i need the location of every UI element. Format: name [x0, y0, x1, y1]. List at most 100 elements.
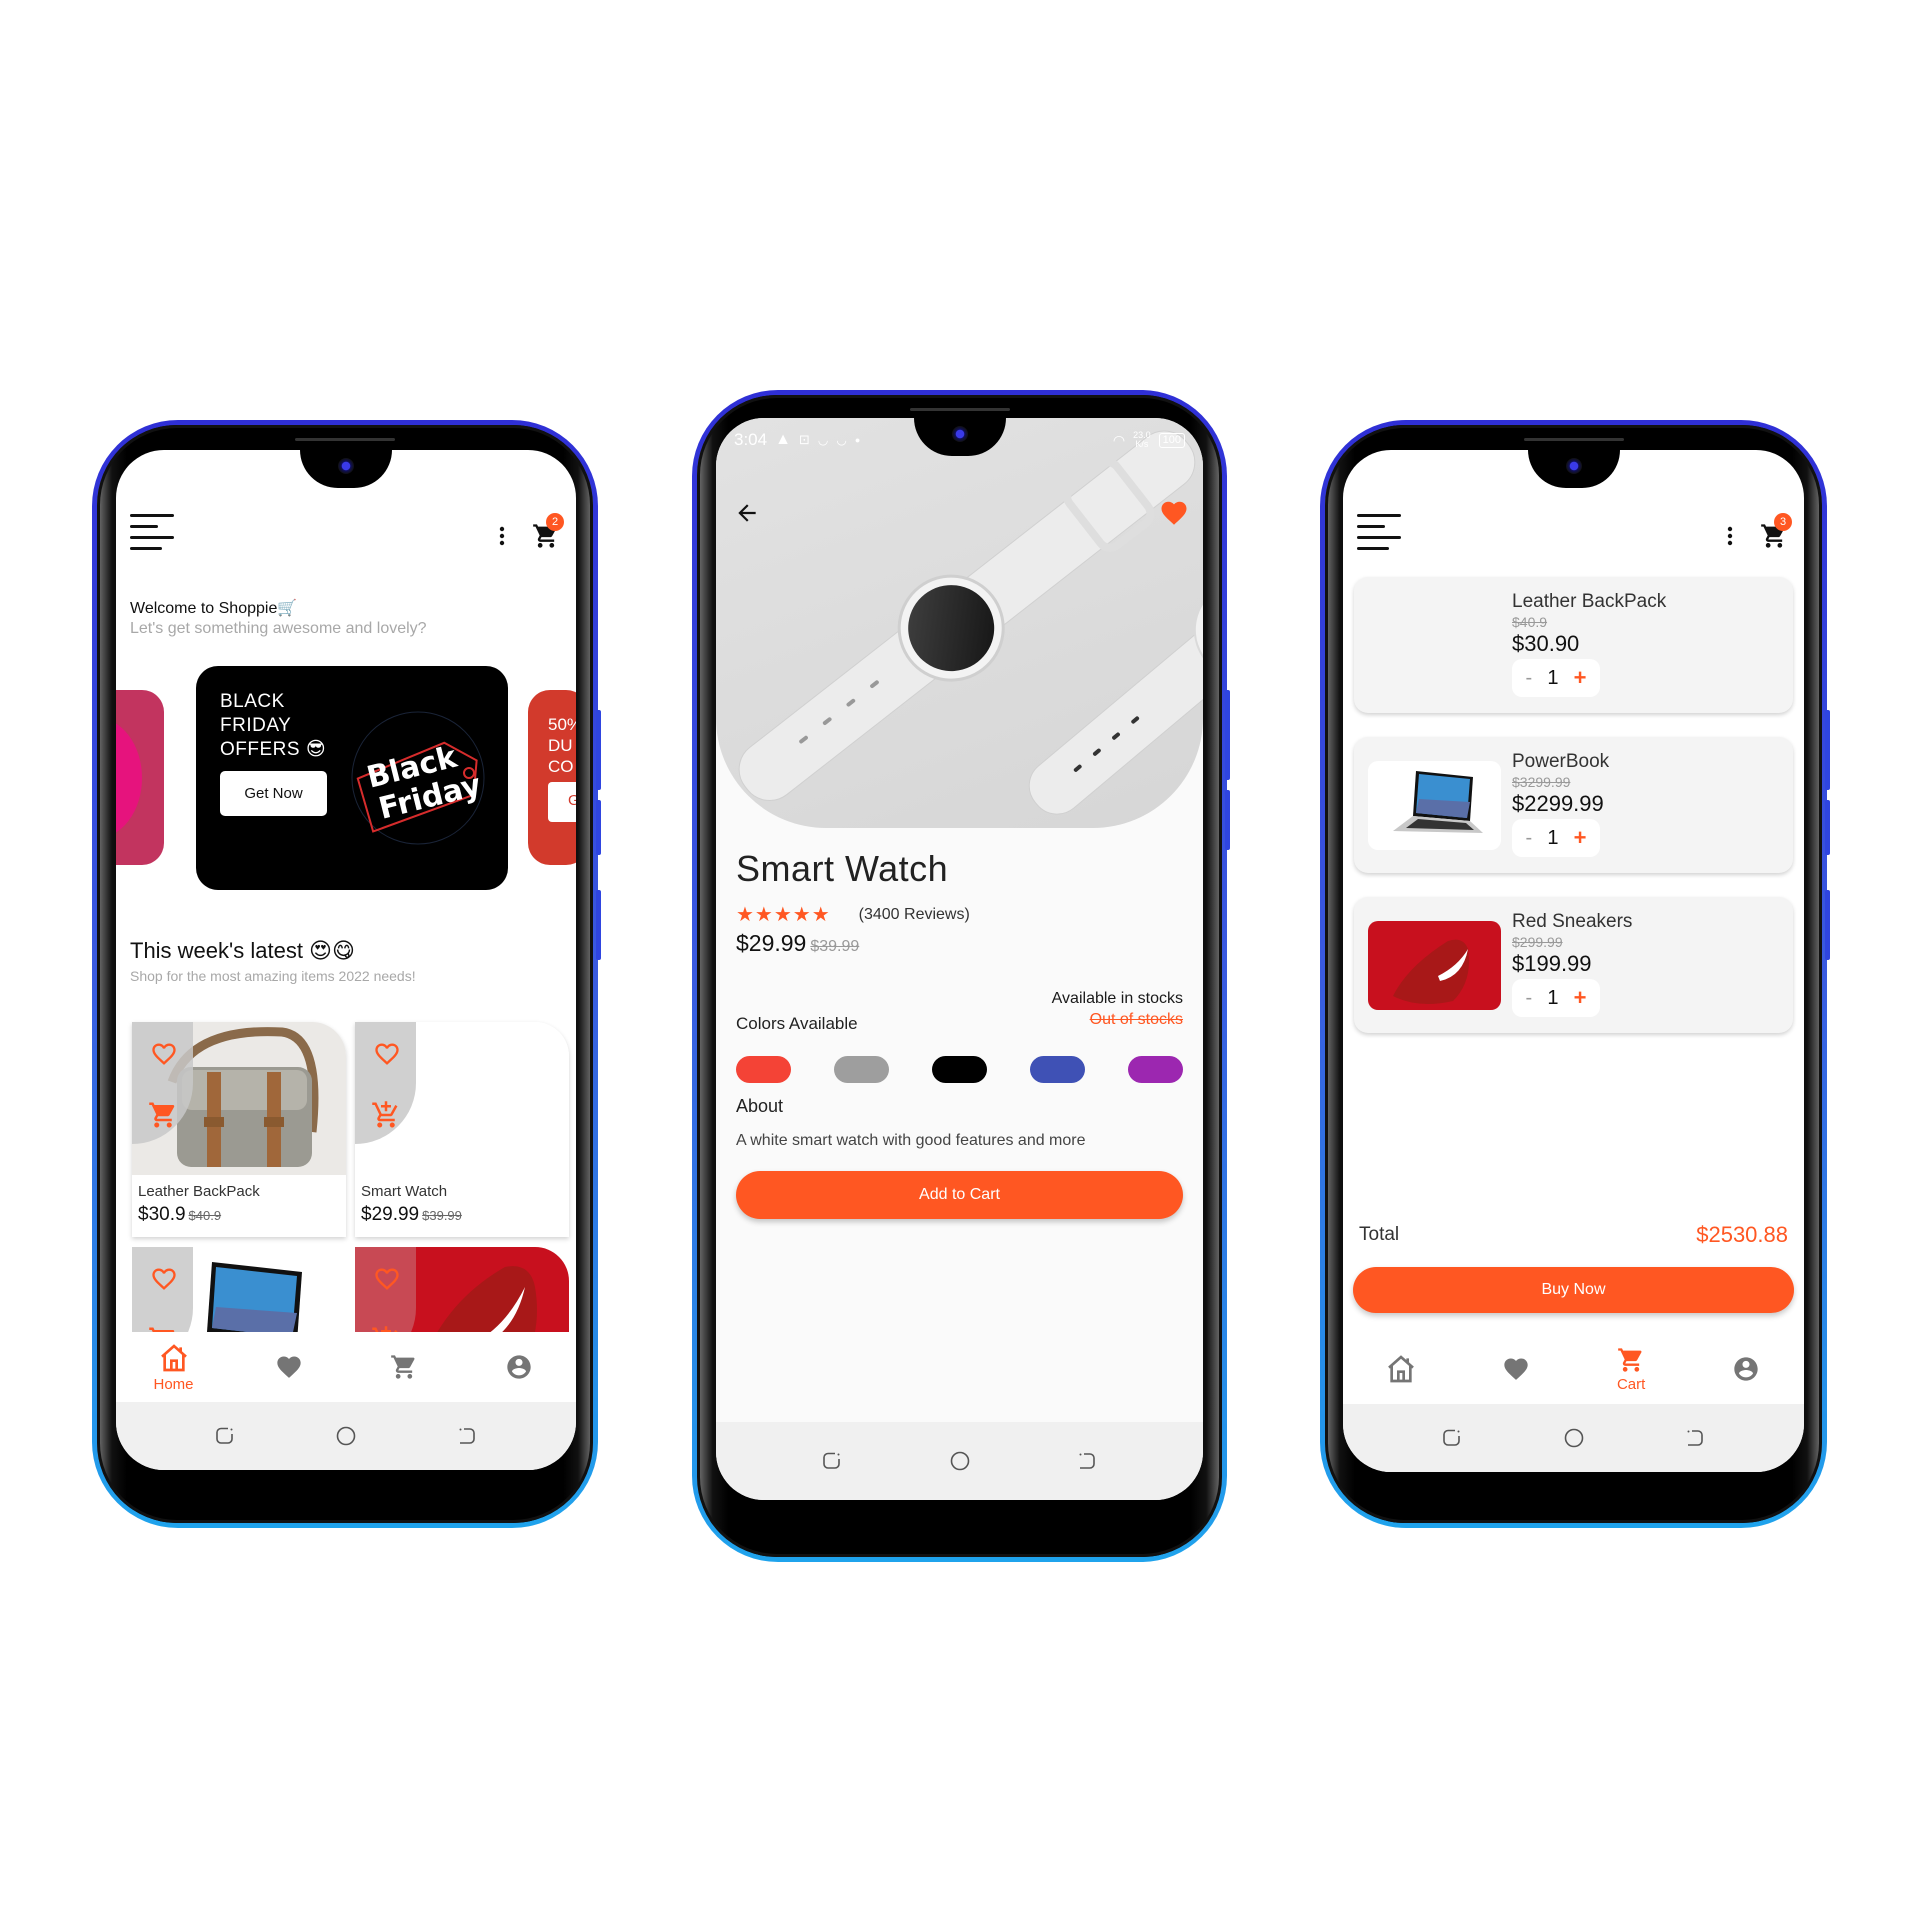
quantity-stepper: - 1 + [1512, 819, 1600, 857]
earpiece [295, 438, 395, 441]
favorite-outline-icon[interactable] [150, 1265, 178, 1293]
decrease-quantity-button[interactable]: - [1526, 827, 1533, 850]
product-title: Smart Watch [736, 848, 949, 889]
system-navigation-bar [116, 1402, 576, 1470]
color-swatch[interactable] [834, 1056, 889, 1083]
tab-home[interactable] [1361, 1353, 1441, 1385]
increase-quantity-button[interactable]: + [1574, 985, 1587, 1011]
tab-home[interactable]: Home [134, 1342, 214, 1393]
favorite-outline-icon[interactable] [373, 1040, 401, 1068]
home-button[interactable] [1562, 1426, 1586, 1450]
item-price: $30.90 [1512, 631, 1580, 656]
cart-item-info: Red Sneakers $299.99 $199.99 - 1 + [1512, 911, 1632, 1017]
phone-product-detail: 3:04 ▲ ⊡ ◡ ◡ ● ◠ 23.0 K/s 100 Smart Watc… [692, 390, 1230, 1562]
cart-item[interactable]: Leather BackPack $40.9 $30.90 - 1 + [1354, 577, 1793, 713]
section-title: This week's latest 😍😋 [130, 938, 355, 963]
tab-favorites[interactable] [1476, 1355, 1556, 1383]
battery-icon: 100 [1158, 432, 1185, 448]
earpiece [909, 408, 1010, 411]
quantity-value: 1 [1547, 666, 1559, 689]
tab-cart[interactable] [364, 1353, 444, 1381]
banner-next[interactable]: 50% DU CO G [528, 690, 576, 865]
favorite-outline-icon[interactable] [373, 1265, 401, 1293]
notification-icon: ◡ [817, 433, 829, 447]
home-button[interactable] [334, 1424, 358, 1448]
color-swatch[interactable] [736, 1056, 791, 1083]
increase-quantity-button[interactable]: + [1574, 825, 1587, 851]
tab-profile[interactable] [479, 1353, 559, 1381]
item-old-price: $299.99 [1512, 934, 1563, 950]
product-card[interactable]: Smart Watch $29.99 $39.99 [355, 1022, 569, 1237]
add-to-cart-icon[interactable] [148, 1100, 178, 1130]
cart-item-info: Leather BackPack $40.9 $30.90 - 1 + [1512, 591, 1666, 697]
cart-icon [390, 1353, 418, 1381]
item-name: Red Sneakers [1512, 911, 1633, 932]
color-swatch[interactable] [1030, 1056, 1085, 1083]
product-card[interactable]: Leather BackPack $30.9 $40.9 [132, 1022, 346, 1237]
clock: 3:04 [734, 430, 768, 449]
back-button[interactable] [1683, 1426, 1707, 1450]
review-count[interactable]: (3400 Reviews) [859, 906, 970, 924]
product-price: $29.99 $39.99 [736, 930, 859, 957]
stock-out: Out of stocks [1089, 1011, 1183, 1028]
quantity-value: 1 [1547, 986, 1559, 1009]
banner-line: DU [548, 736, 573, 755]
menu-icon[interactable] [1357, 514, 1401, 550]
total-value: $2530.88 [1696, 1222, 1788, 1247]
stock-available: Available in stocks [1051, 990, 1183, 1007]
increase-quantity-button[interactable]: + [1574, 665, 1587, 691]
favorite-filled-icon[interactable] [1159, 498, 1189, 528]
more-options-icon[interactable] [1718, 524, 1742, 548]
notch [1527, 450, 1620, 488]
decrease-quantity-button[interactable]: - [1526, 987, 1533, 1010]
banner-line: BLACK [220, 691, 285, 712]
star-rating-icons: ★★★★★ [736, 904, 831, 926]
banner-next-button[interactable]: G [548, 782, 576, 822]
old-price: $39.99 [422, 1208, 462, 1223]
back-button[interactable] [455, 1424, 479, 1448]
item-price: $199.99 [1512, 951, 1592, 976]
menu-icon[interactable] [130, 514, 174, 550]
cart-button[interactable]: 2 [532, 513, 564, 550]
decrease-quantity-button[interactable]: - [1526, 667, 1533, 690]
color-swatch[interactable] [932, 1056, 987, 1083]
buy-now-button[interactable]: Buy Now [1353, 1267, 1794, 1313]
back-button[interactable] [1075, 1449, 1099, 1473]
cart-item[interactable]: PowerBook $3299.99 $2299.99 - 1 + [1354, 737, 1793, 873]
add-to-cart-plus-icon[interactable] [371, 1100, 401, 1130]
front-camera [951, 426, 968, 442]
item-name: PowerBook [1512, 751, 1610, 772]
banner-line: FRIDAY [220, 715, 292, 736]
back-arrow-icon[interactable] [734, 500, 760, 526]
tab-cart[interactable]: Cart [1591, 1346, 1671, 1393]
tab-profile[interactable] [1706, 1355, 1786, 1383]
banner-text: 50% DU CO [548, 714, 576, 777]
earpiece [1523, 438, 1624, 441]
get-now-button[interactable]: Get Now [220, 771, 327, 816]
quantity-stepper: - 1 + [1512, 659, 1600, 697]
more-options-icon[interactable] [490, 524, 514, 548]
favorite-outline-icon[interactable] [150, 1040, 178, 1068]
product-price: $30.9 $40.9 [138, 1204, 221, 1226]
heart-icon [275, 1353, 303, 1381]
total-label: Total [1359, 1224, 1400, 1245]
add-to-cart-button[interactable]: Add to Cart [736, 1171, 1183, 1219]
quantity-stepper: - 1 + [1512, 979, 1600, 1017]
front-camera [1565, 458, 1582, 474]
speed-unit: K/s [1135, 439, 1149, 449]
recent-apps-button[interactable] [213, 1424, 237, 1448]
wifi-icon: ◠ [1112, 431, 1126, 448]
cart-item-info: PowerBook $3299.99 $2299.99 - 1 + [1512, 751, 1609, 857]
recent-apps-button[interactable] [820, 1449, 844, 1473]
cart-item[interactable]: Red Sneakers $299.99 $199.99 - 1 + [1354, 897, 1793, 1033]
phone-cart: 3 Leather BackPack $40.9 $30.90 - 1 + Po… [1320, 420, 1830, 1528]
banner-line: 50% [548, 715, 576, 734]
home-button[interactable] [948, 1449, 972, 1473]
recent-apps-button[interactable] [1440, 1426, 1464, 1450]
banner-black-friday[interactable]: BLACK FRIDAY OFFERS 😎 Get Now Black Frid… [196, 666, 508, 890]
cart-button[interactable]: 3 [1760, 513, 1792, 550]
color-swatch[interactable] [1128, 1056, 1183, 1083]
tab-favorites[interactable] [249, 1353, 329, 1381]
smart-watch-image [738, 430, 1203, 815]
banner-previous[interactable] [116, 690, 164, 865]
